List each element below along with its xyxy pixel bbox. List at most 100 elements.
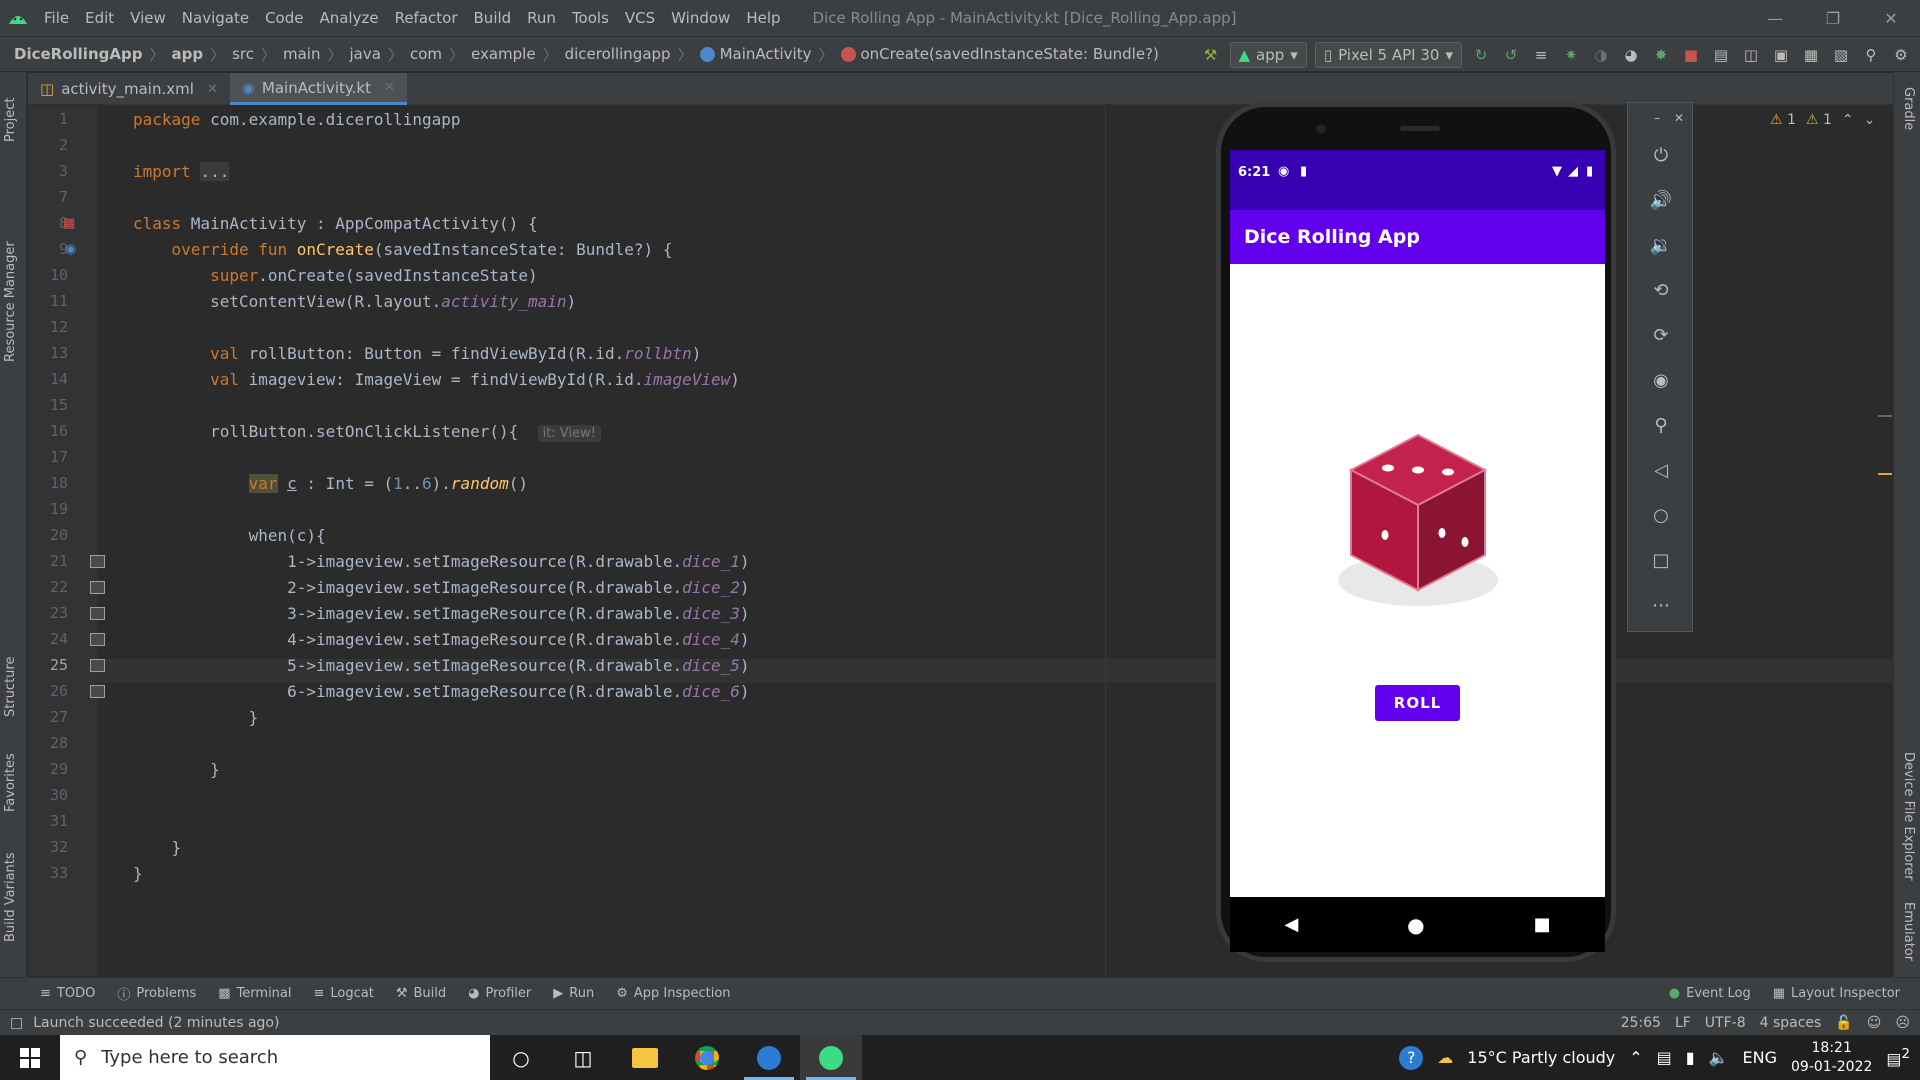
image-preview-icon[interactable] (90, 685, 105, 698)
cursor-position[interactable]: 25:65 (1621, 1015, 1661, 1031)
taskbar-search-input[interactable]: ⚲ Type here to search (60, 1035, 490, 1080)
menu-help[interactable]: Help (738, 9, 788, 27)
tool-tab-app-inspection[interactable]: ⚙ App Inspection (616, 986, 730, 1001)
menu-navigate[interactable]: Navigate (174, 9, 257, 27)
breadcrumb-com[interactable]: com (410, 45, 442, 63)
tab-mainactivity-kt[interactable]: ◉ MainActivity.kt ✕ (229, 73, 407, 105)
tool-tab-event-log[interactable]: ● Event Log (1669, 986, 1751, 1001)
chevron-down-icon[interactable]: ⌄ (1864, 112, 1876, 128)
more-icon[interactable]: ⋯ (1628, 583, 1694, 628)
profile-icon[interactable]: ◑ (1590, 44, 1612, 66)
memory-face-icon[interactable]: ☺ (1867, 1015, 1882, 1031)
side-tab-device-file-explorer[interactable]: Device File Explorer (1901, 752, 1916, 881)
run-config-select[interactable]: ▲ app ▾ (1229, 42, 1307, 68)
apply-changes-icon[interactable]: ↺ (1500, 44, 1522, 66)
menu-code[interactable]: Code (257, 9, 311, 27)
network-icon[interactable]: ▤ (1657, 1048, 1672, 1067)
settings-icon[interactable]: ⚙ (1890, 44, 1912, 66)
camera-icon[interactable]: ◉ (1628, 358, 1694, 403)
chrome-icon[interactable] (676, 1035, 738, 1080)
android-studio-taskbar-icon[interactable] (800, 1035, 862, 1080)
menu-file[interactable]: File (36, 9, 77, 27)
feedback-face-icon[interactable]: ☹ (1895, 1015, 1910, 1031)
home-circle-icon[interactable]: ○ (1628, 493, 1694, 538)
chevron-up-icon[interactable]: ⌃ (1842, 112, 1854, 128)
volume-down-icon[interactable]: 🔉 (1628, 223, 1694, 268)
breadcrumb-src[interactable]: src (232, 45, 254, 63)
inspection-widget[interactable]: ⚠ 1 ⚠ 1 ⌃ ⌄ (1770, 112, 1875, 128)
breadcrumb-package[interactable]: dicerollingapp (565, 45, 671, 63)
rotate-right-icon[interactable]: ⟳ (1628, 313, 1694, 358)
project-structure-icon[interactable]: ▤ (1710, 44, 1732, 66)
breadcrumb-class[interactable]: MainActivity (720, 45, 812, 63)
sdk-manager-icon[interactable]: ▧ (1830, 44, 1852, 66)
close-tab-icon[interactable]: ✕ (207, 82, 218, 97)
menu-tools[interactable]: Tools (564, 9, 617, 27)
weather-text[interactable]: 15°C Partly cloudy (1467, 1048, 1615, 1067)
overview-square-icon[interactable]: □ (1628, 538, 1694, 583)
volume-icon[interactable]: 🔈 (1709, 1048, 1729, 1067)
zoom-icon[interactable]: ⚲ (1628, 403, 1694, 448)
image-preview-icon[interactable] (90, 659, 105, 672)
close-tab-icon[interactable]: ✕ (384, 80, 395, 95)
status-message[interactable]: Launch succeeded (2 minutes ago) (33, 1015, 279, 1031)
roll-button[interactable]: ROLL (1375, 685, 1460, 721)
minimize-panel-icon[interactable]: – (1654, 111, 1660, 125)
tab-activity-main-xml[interactable]: ◫ activity_main.xml ✕ (28, 73, 230, 105)
file-encoding[interactable]: UTF-8 (1705, 1015, 1746, 1031)
breadcrumb-project[interactable]: DiceRollingApp (14, 45, 142, 63)
apply-code-changes-icon[interactable]: ≡ (1530, 44, 1552, 66)
override-gutter-icon[interactable]: ◉ (65, 242, 76, 257)
tool-tab-problems[interactable]: ⓘ Problems (117, 984, 196, 1003)
tool-tab-layout-inspector[interactable]: ▦ Layout Inspector (1773, 986, 1900, 1001)
task-view-icon[interactable]: ◫ (552, 1035, 614, 1080)
side-tab-structure[interactable]: Structure (3, 657, 18, 717)
avd-manager-icon[interactable]: ▣ (1770, 44, 1792, 66)
windows-start-icon[interactable] (0, 1035, 60, 1080)
notification-icon[interactable]: ▤2 (1886, 1047, 1910, 1068)
battery-tray-icon[interactable]: ▮ (1686, 1048, 1695, 1067)
breadcrumb-java[interactable]: java (350, 45, 381, 63)
debug-icon[interactable]: ✷ (1560, 44, 1582, 66)
sync-gradle-icon[interactable]: ◫ (1740, 44, 1762, 66)
tool-tab-run[interactable]: ▶ Run (553, 986, 594, 1001)
image-preview-icon[interactable] (90, 607, 105, 620)
file-explorer-icon[interactable] (614, 1035, 676, 1080)
side-tab-project[interactable]: Project (3, 98, 18, 142)
lock-icon[interactable]: 🔓 (1835, 1015, 1852, 1031)
status-square-icon[interactable]: □ (10, 1015, 23, 1031)
attach-debugger-icon[interactable]: ◕ (1620, 44, 1642, 66)
restore-button[interactable]: ❐ (1804, 9, 1862, 28)
menu-build[interactable]: Build (466, 9, 520, 27)
tool-tab-logcat[interactable]: ≡ Logcat (314, 986, 374, 1001)
tool-tab-build[interactable]: ⚒ Build (396, 986, 446, 1001)
build-hammer-icon[interactable]: ⚒ (1200, 44, 1222, 66)
indent-setting[interactable]: 4 spaces (1760, 1015, 1822, 1031)
image-preview-icon[interactable] (90, 581, 105, 594)
side-tab-gradle[interactable]: Gradle (1901, 87, 1916, 130)
back-triangle-icon[interactable]: ◁ (1628, 448, 1694, 493)
attach-icon[interactable]: ✸ (1650, 44, 1672, 66)
help-icon[interactable]: ? (1399, 1045, 1424, 1070)
cortana-icon[interactable]: ○ (490, 1035, 552, 1080)
device-manager-icon[interactable]: ▦ (1800, 44, 1822, 66)
close-panel-icon[interactable]: ✕ (1674, 111, 1684, 125)
stop-icon[interactable]: ■ (1680, 44, 1702, 66)
class-gutter-icon[interactable]: ▦ (63, 216, 75, 231)
image-preview-icon[interactable] (90, 555, 105, 568)
weather-icon[interactable]: ☁ (1437, 1048, 1453, 1067)
minimize-button[interactable]: — (1746, 9, 1804, 28)
side-tab-favorites[interactable]: Favorites (3, 753, 18, 812)
close-window-button[interactable]: ✕ (1862, 9, 1920, 28)
tray-chevron-icon[interactable]: ⌃ (1629, 1048, 1642, 1067)
home-icon[interactable]: ● (1407, 913, 1424, 937)
rerun-icon[interactable]: ↻ (1470, 44, 1492, 66)
menu-window[interactable]: Window (663, 9, 738, 27)
menu-refactor[interactable]: Refactor (387, 9, 466, 27)
recents-icon[interactable]: ■ (1534, 914, 1551, 935)
menu-edit[interactable]: Edit (77, 9, 122, 27)
breadcrumb-module[interactable]: app (171, 45, 203, 63)
device-select[interactable]: ▯ Pixel 5 API 30 ▾ (1314, 42, 1462, 68)
power-icon[interactable]: ⏻ (1628, 133, 1694, 178)
breadcrumb-example[interactable]: example (471, 45, 536, 63)
